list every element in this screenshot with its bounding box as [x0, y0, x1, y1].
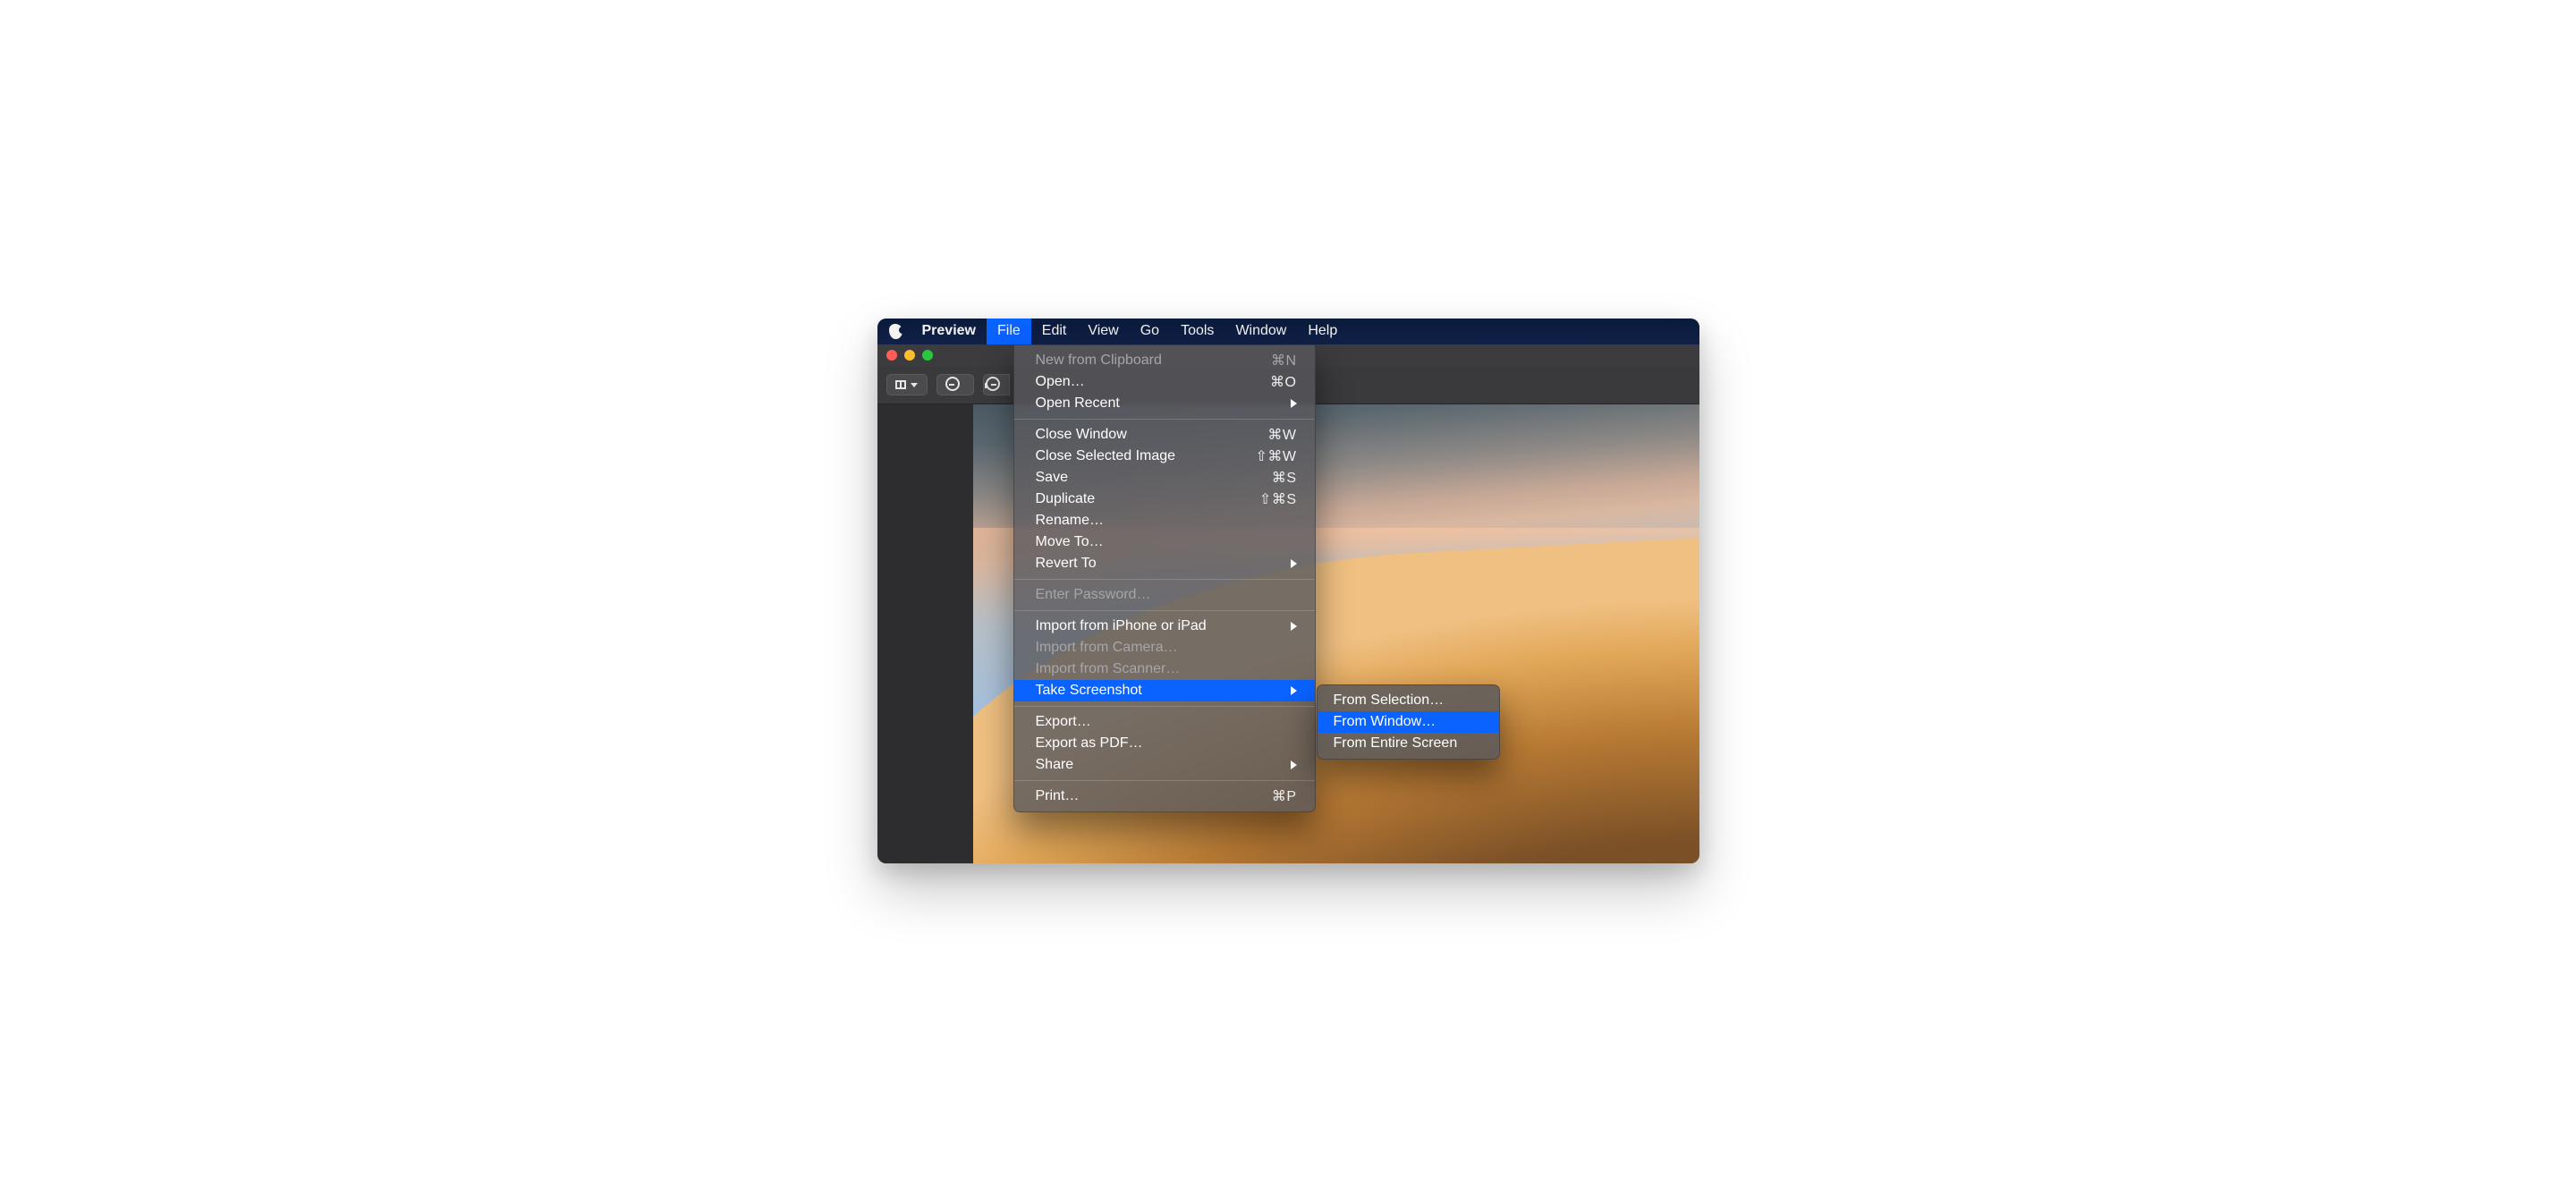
apple-icon	[889, 324, 902, 339]
menu-item-open-recent[interactable]: Open Recent	[1014, 393, 1315, 414]
menubar-item-tools[interactable]: Tools	[1170, 319, 1224, 344]
shortcut-text: ⌘P	[1272, 787, 1297, 805]
menubar-item-help[interactable]: Help	[1297, 319, 1348, 344]
menu-item-export[interactable]: Export…	[1014, 711, 1315, 733]
shortcut-text: ⇧⌘S	[1259, 490, 1297, 508]
menu-item-enter-password: Enter Password…	[1014, 584, 1315, 606]
menubar-item-view[interactable]: View	[1077, 319, 1129, 344]
sidebar-icon	[895, 380, 906, 389]
menu-item-save[interactable]: Save ⌘S	[1014, 467, 1315, 489]
menu-separator	[1014, 579, 1315, 580]
shortcut-text: ⌘W	[1267, 426, 1296, 444]
take-screenshot-submenu: From Selection… From Window… From Entire…	[1317, 684, 1500, 760]
submenu-arrow-icon	[1291, 686, 1297, 695]
shortcut-text: ⌘N	[1271, 352, 1297, 370]
menu-item-duplicate[interactable]: Duplicate ⇧⌘S	[1014, 489, 1315, 510]
submenu-item-from-window[interactable]: From Window…	[1318, 711, 1499, 733]
menubar-item-edit[interactable]: Edit	[1031, 319, 1078, 344]
apple-menu[interactable]	[881, 324, 911, 339]
menu-item-import-scanner: Import from Scanner…	[1014, 658, 1315, 680]
submenu-item-from-entire-screen[interactable]: From Entire Screen	[1318, 733, 1499, 754]
app-name-menu[interactable]: Preview	[911, 319, 987, 344]
zoom-out-button[interactable]	[936, 374, 974, 395]
shortcut-text: ⌘S	[1272, 469, 1297, 487]
menu-item-import-iphone-ipad[interactable]: Import from iPhone or iPad	[1014, 616, 1315, 637]
menu-separator	[1014, 419, 1315, 420]
menubar-item-window[interactable]: Window	[1224, 319, 1297, 344]
window-zoom-button[interactable]	[922, 350, 933, 361]
menubar-item-go[interactable]: Go	[1130, 319, 1170, 344]
window-close-button[interactable]	[886, 350, 897, 361]
submenu-arrow-icon	[1291, 760, 1297, 769]
menu-item-close-selected-image[interactable]: Close Selected Image ⇧⌘W	[1014, 446, 1315, 467]
submenu-item-from-selection[interactable]: From Selection…	[1318, 690, 1499, 711]
sidebar-view-button[interactable]	[886, 374, 928, 395]
menu-item-open[interactable]: Open… ⌘O	[1014, 371, 1315, 393]
thumbnail-sidebar[interactable]	[877, 404, 973, 863]
menu-item-print[interactable]: Print… ⌘P	[1014, 786, 1315, 807]
menu-item-new-from-clipboard: New from Clipboard ⌘N	[1014, 350, 1315, 371]
window-minimize-button[interactable]	[904, 350, 915, 361]
menu-item-close-window[interactable]: Close Window ⌘W	[1014, 424, 1315, 446]
menubar-item-file[interactable]: File	[987, 319, 1031, 344]
menu-item-revert-to[interactable]: Revert To	[1014, 553, 1315, 574]
zoom-in-icon	[986, 377, 1007, 394]
menu-item-take-screenshot[interactable]: Take Screenshot	[1014, 680, 1315, 701]
menu-separator	[1014, 780, 1315, 781]
submenu-arrow-icon	[1291, 622, 1297, 631]
menu-item-rename[interactable]: Rename…	[1014, 510, 1315, 531]
shortcut-text: ⌘O	[1270, 373, 1296, 391]
submenu-arrow-icon	[1291, 399, 1297, 408]
menu-separator	[1014, 706, 1315, 707]
menu-item-move-to[interactable]: Move To…	[1014, 531, 1315, 553]
zoom-out-icon	[945, 377, 965, 394]
menubar: Preview File Edit View Go Tools Window H…	[877, 319, 1699, 344]
menu-separator	[1014, 610, 1315, 611]
zoom-in-button[interactable]	[983, 374, 1010, 395]
menu-item-export-as-pdf[interactable]: Export as PDF…	[1014, 733, 1315, 754]
menu-item-import-camera: Import from Camera…	[1014, 637, 1315, 658]
screenshot-frame: Preview File Edit View Go Tools Window H…	[877, 319, 1699, 863]
submenu-arrow-icon	[1291, 559, 1297, 568]
shortcut-text: ⇧⌘W	[1255, 447, 1296, 465]
menu-item-share[interactable]: Share	[1014, 754, 1315, 776]
file-menu: New from Clipboard ⌘N Open… ⌘O Open Rece…	[1013, 344, 1316, 812]
